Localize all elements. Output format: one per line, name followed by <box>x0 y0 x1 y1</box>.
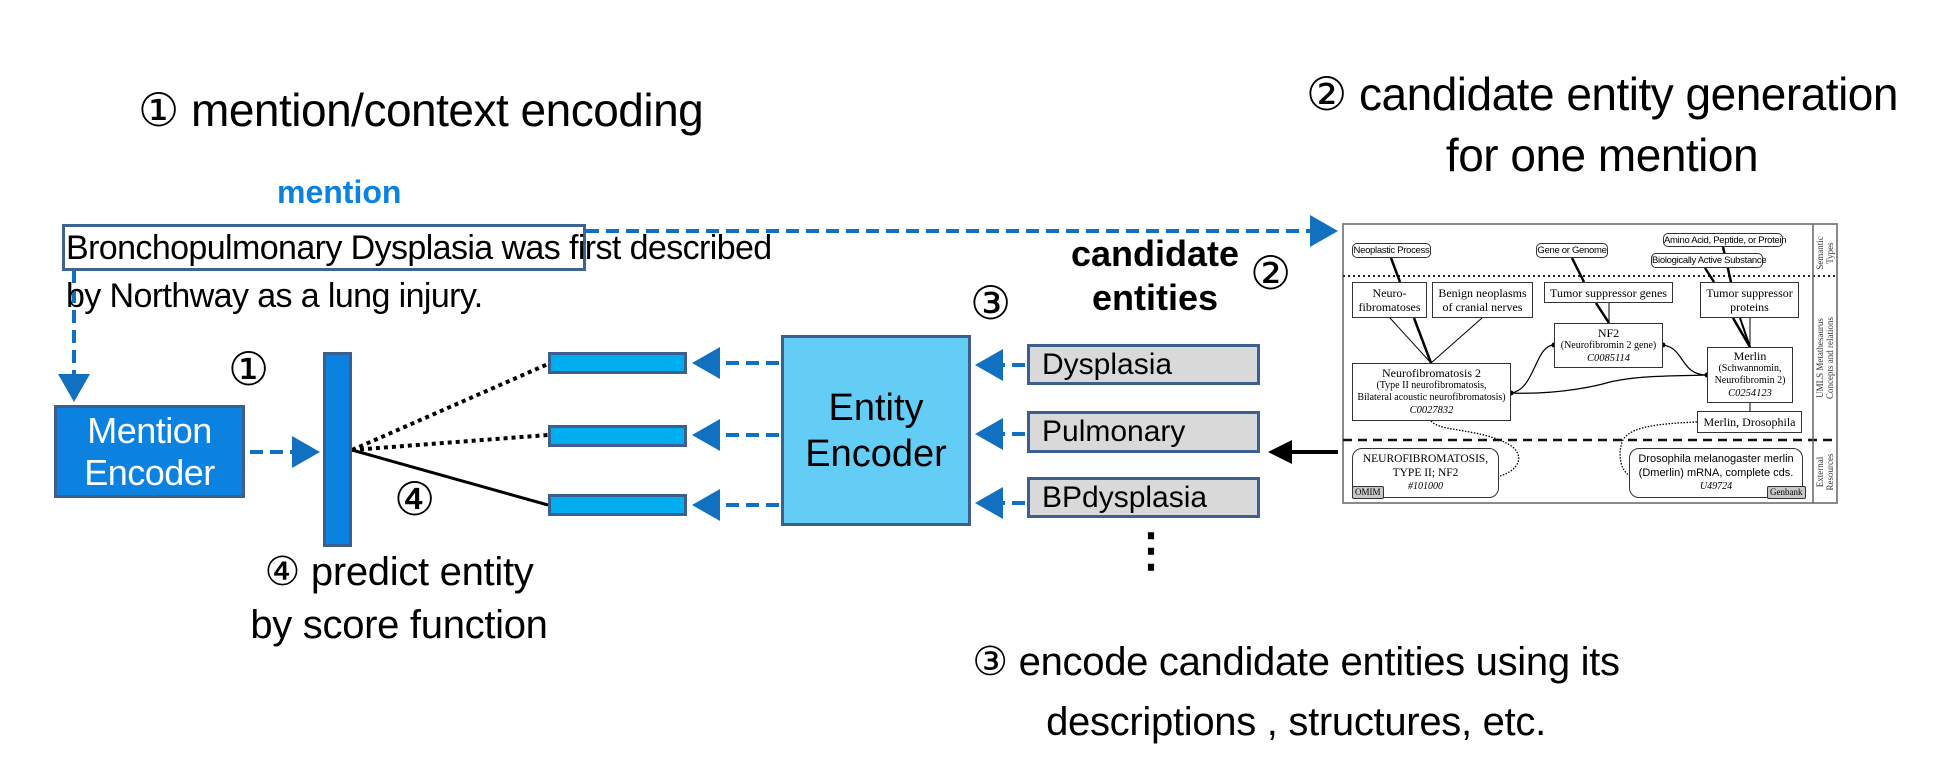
relation-nf2-neurofibromatosis <box>1510 344 1555 394</box>
link-gene <box>1570 257 1586 283</box>
concept-name: Merlin <box>1733 349 1767 363</box>
semantic-type-amino-acid: Amino Acid, Peptide, or Protein <box>1663 233 1787 247</box>
concept-tumor-suppressor-proteins: Tumor suppressor proteins <box>1700 282 1799 318</box>
concept-benign-neoplasms: Benign neoplasms of cranial nerves <box>1432 282 1533 318</box>
concept-synonyms: (Schwannomin, <box>1718 363 1782 374</box>
concept-neurofibromatoses: Neuro- fibromatoses <box>1352 282 1427 318</box>
concept-text: Neuro- <box>1372 286 1407 300</box>
link-neoplastic <box>1389 257 1402 283</box>
side-label-external: External Resources <box>1815 422 1835 522</box>
side-label-text: Semantic <box>1815 236 1825 270</box>
side-label-text: Concepts and relations <box>1825 317 1835 399</box>
concept-text: fibromatoses <box>1358 300 1421 314</box>
link-genes-nf2-thick <box>1594 302 1611 324</box>
side-label-text: UMLS Metathesaurus <box>1815 318 1825 398</box>
link-nf-thick <box>1412 317 1433 364</box>
omim-tag: OMIM <box>1352 486 1384 499</box>
concept-code: C0085114 <box>1587 352 1630 364</box>
concept-text: of cranial nerves <box>1442 300 1523 314</box>
genbank-tag: Genbank <box>1767 486 1806 499</box>
concept-synonyms: Neurofibromin 2) <box>1714 375 1786 386</box>
concept-text: Tumor suppressor <box>1706 286 1793 300</box>
external-text: NEUROFIBROMATOSIS, <box>1362 453 1489 465</box>
side-label-metathesaurus: UMLS Metathesaurus Concepts and relation… <box>1815 298 1835 418</box>
external-text: Drosophila melanogaster merlin <box>1638 453 1794 465</box>
concept-code: C0254123 <box>1728 388 1772 399</box>
external-text: (Dmerlin) mRNA, complete cds. <box>1638 467 1794 479</box>
relation-neurofibromatosis-merlin <box>1510 374 1708 394</box>
side-label-semantic-types: Semantic Types <box>1815 203 1835 303</box>
external-text: TYPE II; NF2 <box>1392 467 1459 479</box>
concept-merlin-drosophila: Merlin, Drosophila <box>1697 411 1802 433</box>
concept-text: Benign neoplasms <box>1438 286 1527 300</box>
semantic-type-gene: Gene or Genome <box>1536 243 1608 258</box>
concept-synonyms: Bilateral acoustic neurofibromatosis) <box>1357 392 1506 403</box>
side-label-text: Resources <box>1825 453 1835 491</box>
concept-text: proteins <box>1730 300 1769 314</box>
concept-synonyms: (Type II neurofibromatosis, <box>1376 380 1487 391</box>
side-label-text: Types <box>1825 242 1835 264</box>
semantic-type-bio-substance: Biologically Active Substance <box>1651 253 1767 268</box>
relation-nf2-merlin <box>1662 344 1708 376</box>
concept-name: NF2 <box>1597 325 1620 340</box>
umls-lines-layer <box>1343 224 1837 503</box>
concept-code: C0027832 <box>1409 405 1454 416</box>
concept-merlin: Merlin (Schwannomin, Neurofibromin 2) C0… <box>1707 347 1793 403</box>
concept-tumor-suppressor-genes: Tumor suppressor genes <box>1544 282 1673 303</box>
link-nf-left <box>1389 317 1432 364</box>
link-benign <box>1430 317 1483 364</box>
side-label-text: External <box>1815 456 1825 488</box>
concept-neurofibromatosis-2: Neurofibromatosis 2 (Type II neurofibrom… <box>1352 363 1511 421</box>
concept-name: Neurofibromatosis 2 <box>1382 366 1481 380</box>
concept-nf2: NF2 (Neurofibromin 2 gene) C0085114 <box>1554 323 1663 368</box>
semantic-type-neoplastic: Neoplastic Process <box>1352 243 1431 258</box>
link-bio <box>1703 267 1716 283</box>
concept-synonyms: (Neurofibromin 2 gene) <box>1560 339 1657 351</box>
